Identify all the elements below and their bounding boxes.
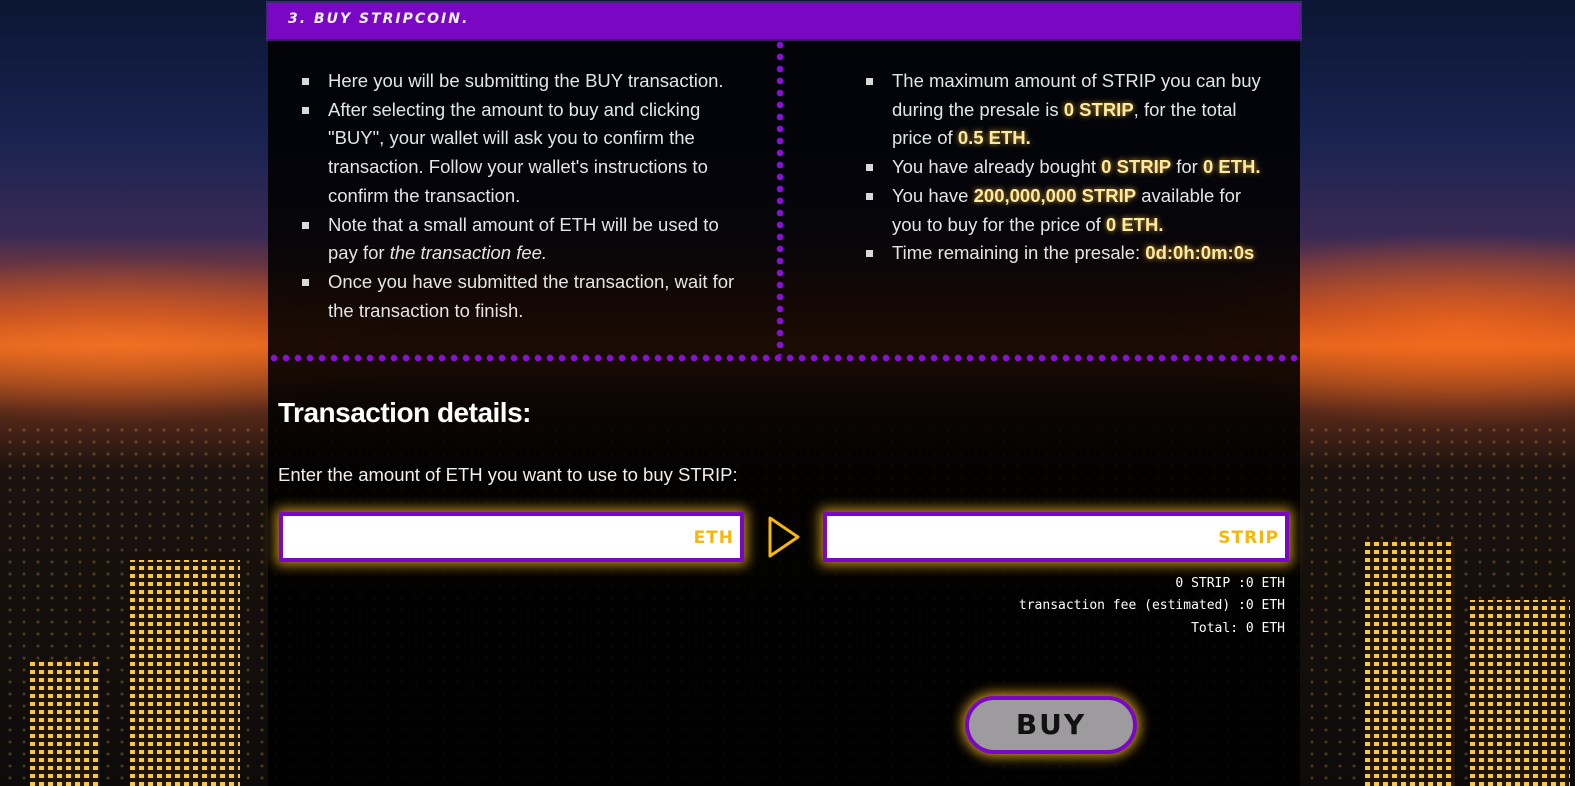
fee-emphasis: the transaction fee. — [389, 242, 548, 264]
max-strip-value: 0 STRIP — [1063, 98, 1134, 120]
instructions-list: Here you will be submitting the BUY tran… — [300, 67, 745, 325]
building — [1470, 600, 1570, 786]
building — [130, 560, 240, 786]
text: You have already bought — [892, 156, 1102, 178]
instructions-column: Here you will be submitting the BUY tran… — [300, 67, 745, 325]
building — [30, 660, 100, 786]
transaction-details-heading: Transaction details: — [278, 397, 531, 428]
strip-amount-input[interactable] — [833, 522, 1158, 554]
summary-strip-eth: 0 STRIP :0 ETH — [1175, 576, 1285, 591]
available-eth-value: 0 ETH. — [1105, 213, 1164, 235]
dotted-divider-vertical — [776, 39, 784, 355]
strip-unit-label: STRIP — [1218, 528, 1279, 548]
list-item: Time remaining in the presale: 0d:0h:0m:… — [866, 239, 1274, 268]
text: You have — [892, 184, 974, 206]
eth-amount-field[interactable]: ETH — [279, 512, 744, 562]
list-item: After selecting the amount to buy and cl… — [302, 96, 745, 211]
available-strip-value: 200,000,000 STRIP — [973, 184, 1137, 206]
presale-info-column: The maximum amount of STRIP you can buy … — [864, 67, 1274, 268]
presale-info-list: The maximum amount of STRIP you can buy … — [864, 67, 1274, 268]
building — [1365, 540, 1455, 786]
list-item: Note that a small amount of ETH will be … — [302, 211, 745, 268]
text: Time remaining in the presale: — [892, 242, 1146, 264]
list-item: You have 200,000,000 STRIP available for… — [866, 182, 1274, 239]
list-item: Here you will be submitting the BUY tran… — [302, 67, 745, 96]
section-header: 3. BUY STRIPCOIN. — [268, 3, 1300, 39]
play-triangle-icon — [768, 516, 800, 558]
max-eth-value: 0.5 ETH. — [957, 127, 1031, 149]
dotted-divider-horizontal — [268, 354, 1300, 362]
list-item: You have already bought 0 STRIP for 0 ET… — [866, 153, 1274, 182]
section-title: 3. BUY STRIPCOIN. — [288, 11, 470, 27]
transaction-instruction: Enter the amount of ETH you want to use … — [278, 464, 738, 485]
text: for — [1171, 156, 1203, 178]
summary-total: Total: 0 ETH — [1191, 621, 1285, 636]
eth-amount-input[interactable] — [289, 522, 613, 554]
summary-transaction-fee: transaction fee (estimated) :0 ETH — [1018, 598, 1285, 613]
time-remaining-value: 0d:0h:0m:0s — [1145, 242, 1255, 264]
list-item: Once you have submitted the transaction,… — [302, 268, 745, 325]
bought-eth-value: 0 ETH. — [1202, 156, 1261, 178]
strip-amount-field[interactable]: STRIP — [823, 512, 1289, 562]
list-item: The maximum amount of STRIP you can buy … — [866, 67, 1274, 153]
eth-unit-label: ETH — [693, 528, 734, 548]
bought-strip-value: 0 STRIP — [1101, 156, 1172, 178]
buy-button[interactable]: BUY — [965, 696, 1137, 754]
